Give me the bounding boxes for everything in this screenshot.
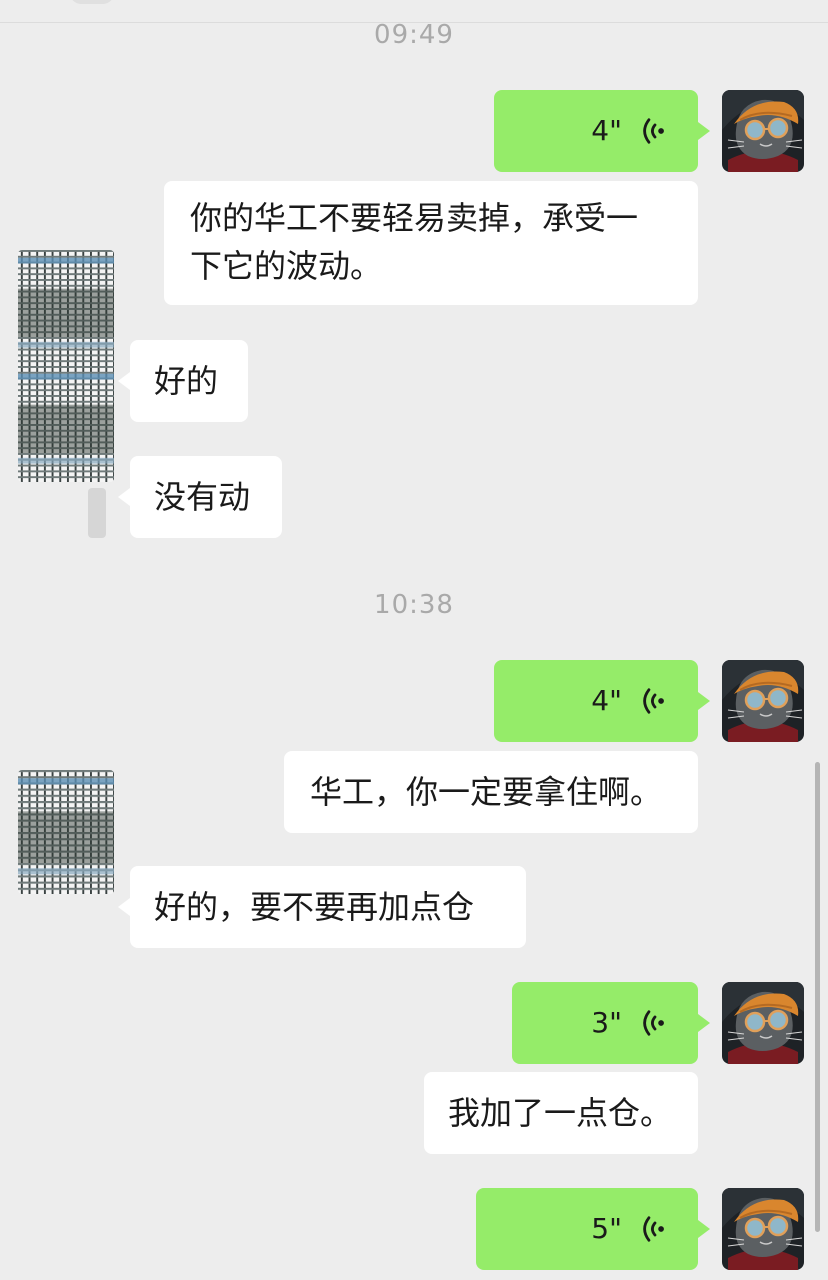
timestamp: 09:49 bbox=[374, 20, 454, 50]
blurred-avatar[interactable] bbox=[18, 770, 114, 894]
message-text: 华工，你一定要拿住啊。 bbox=[310, 773, 663, 811]
text-message[interactable]: 好的，要不要再加点仓 bbox=[118, 866, 526, 948]
voice-message[interactable]: 4" bbox=[494, 660, 710, 742]
header-stub bbox=[70, 0, 114, 4]
message-text: 好的，要不要再加点仓 bbox=[154, 888, 475, 926]
message-text: 好的 bbox=[154, 362, 219, 400]
avatar-self[interactable] bbox=[722, 660, 804, 742]
voice-wave-icon bbox=[642, 1214, 668, 1244]
avatar-self[interactable] bbox=[722, 1188, 804, 1270]
voice-duration: 4" bbox=[591, 684, 622, 717]
message-text: 我加了一点仓。 bbox=[448, 1094, 673, 1132]
text-message[interactable]: 没有动 bbox=[118, 456, 282, 538]
text-message[interactable]: 华工，你一定要拿住啊。 bbox=[284, 751, 698, 833]
avatar-self[interactable] bbox=[722, 90, 804, 172]
voice-message[interactable]: 4" bbox=[494, 90, 710, 172]
voice-wave-icon bbox=[642, 686, 668, 716]
voice-wave-icon bbox=[642, 116, 668, 146]
timestamp: 10:38 bbox=[374, 590, 454, 620]
voice-duration: 5" bbox=[591, 1212, 622, 1245]
voice-message[interactable]: 5" bbox=[476, 1188, 710, 1270]
blurred-avatar[interactable] bbox=[18, 250, 114, 482]
message-text: 没有动 bbox=[154, 478, 251, 516]
text-message[interactable]: 好的 bbox=[118, 340, 248, 422]
avatar-self[interactable] bbox=[722, 982, 804, 1064]
blurred-avatar-fragment bbox=[88, 488, 106, 538]
text-message[interactable]: 你的华工不要轻易卖掉，承受一 下它的波动。 bbox=[164, 181, 698, 305]
voice-duration: 3" bbox=[591, 1006, 622, 1039]
voice-duration: 4" bbox=[591, 114, 622, 147]
voice-message[interactable]: 3" bbox=[512, 982, 710, 1064]
message-line: 你的华工不要轻易卖掉，承受一 bbox=[190, 199, 639, 237]
voice-wave-icon bbox=[642, 1008, 668, 1038]
scrollbar[interactable] bbox=[815, 762, 820, 1232]
message-line: 下它的波动。 bbox=[190, 247, 383, 285]
text-message[interactable]: 我加了一点仓。 bbox=[424, 1072, 698, 1154]
